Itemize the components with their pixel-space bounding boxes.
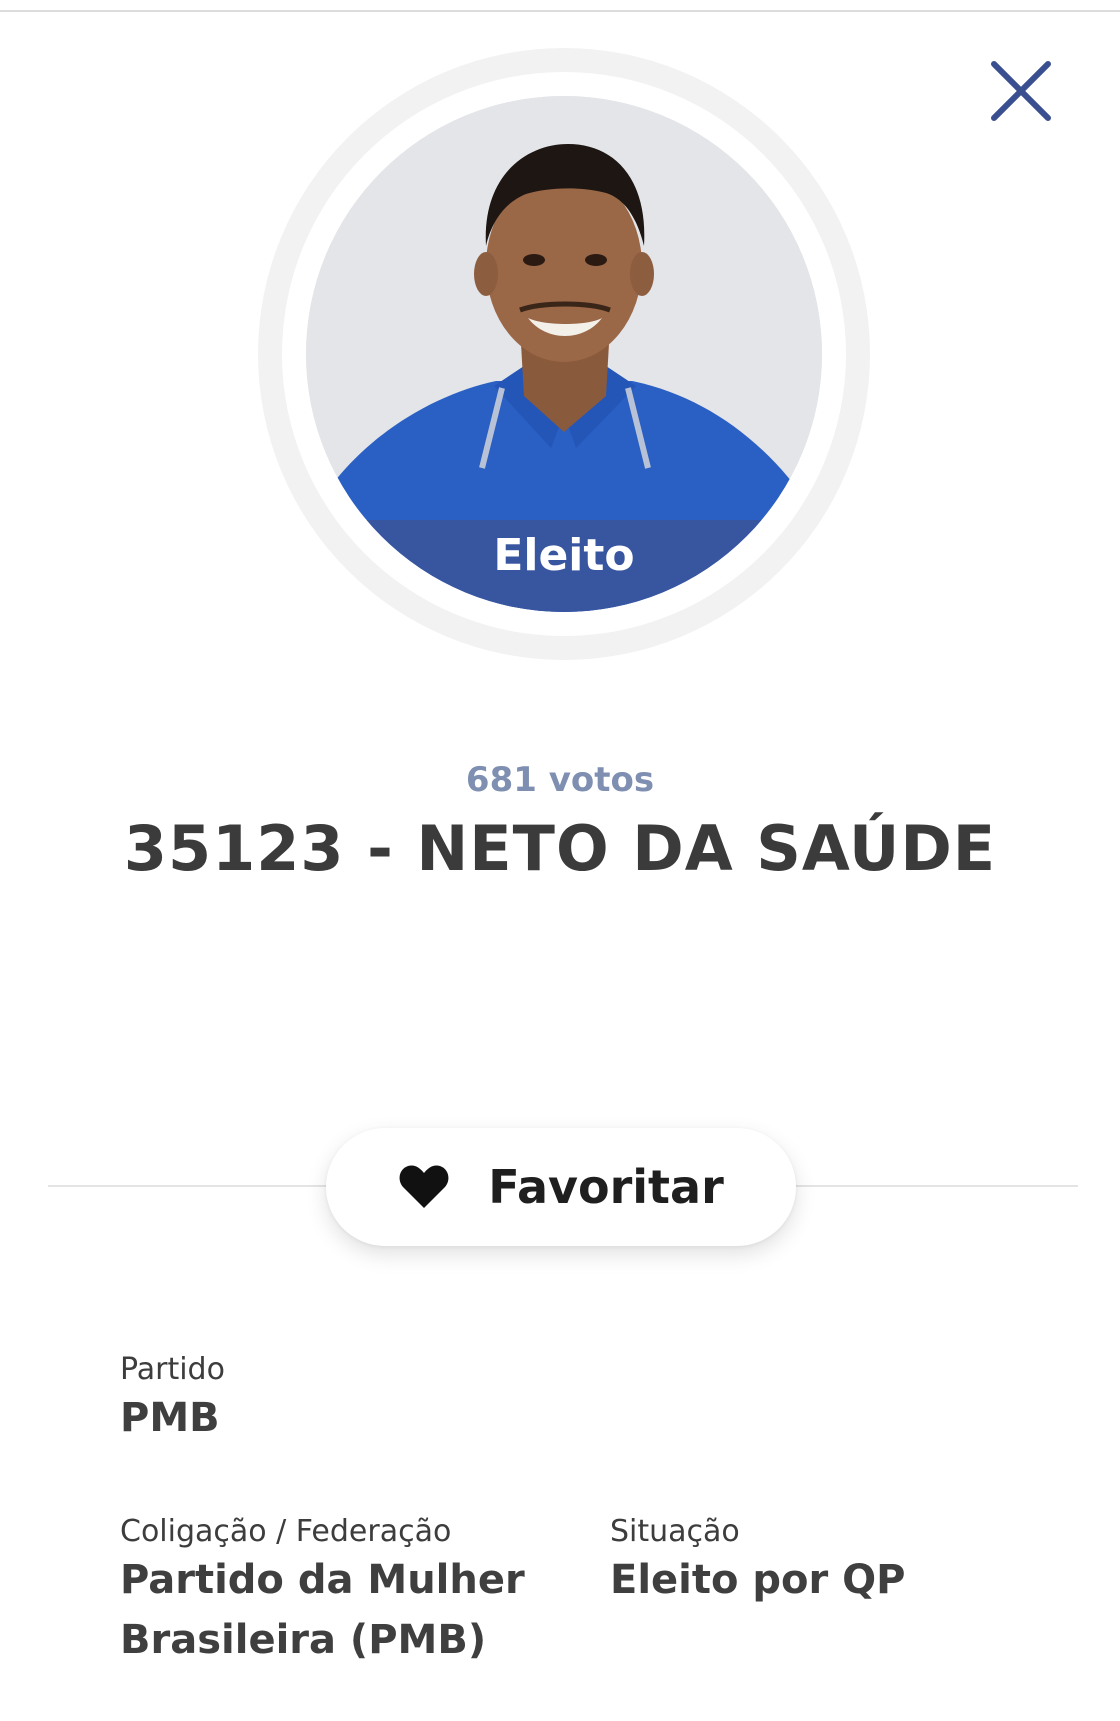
situation-label: Situação (610, 1514, 740, 1549)
favorite-button[interactable]: Favoritar (326, 1128, 796, 1246)
coalition-label: Coligação / Federação (120, 1514, 452, 1549)
heart-icon (399, 1165, 449, 1208)
close-icon (991, 61, 1051, 121)
top-divider (0, 10, 1120, 12)
party-label: Partido (120, 1352, 225, 1387)
vote-count: 681 votos (465, 760, 655, 800)
divider-left (48, 1185, 338, 1187)
situation-value: Eleito por QP (610, 1557, 906, 1603)
coalition-value-line2: Brasileira (PMB) (120, 1617, 487, 1663)
candidate-title: 35123 - NETO DA SAÚDE (123, 812, 997, 885)
favorite-label: Favoritar (488, 1160, 724, 1214)
close-button[interactable] (988, 58, 1054, 124)
divider-right (790, 1185, 1078, 1187)
status-badge: Eleito (306, 520, 822, 612)
party-value: PMB (120, 1395, 220, 1441)
candidate-photo: Eleito (306, 96, 822, 612)
coalition-value-line1: Partido da Mulher (120, 1557, 525, 1603)
